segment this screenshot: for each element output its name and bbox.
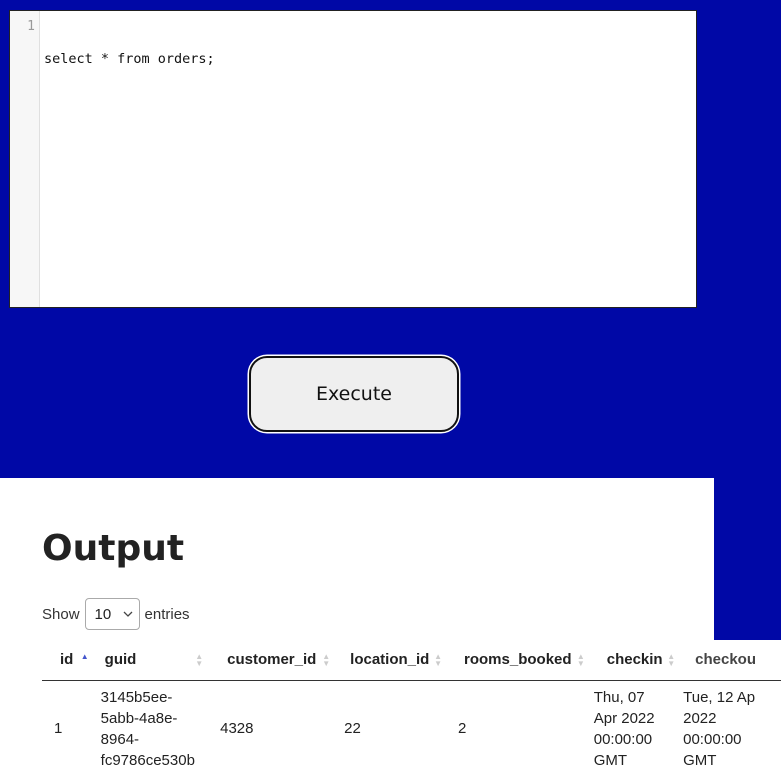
output-table: id ▲ guid ▲ ▼ customer_id ▲ ▼ location_id … xyxy=(42,640,781,777)
column-header-rooms-booked[interactable]: rooms_booked ▲ ▼ xyxy=(446,640,589,681)
sort-icon: ▲ ▼ xyxy=(434,652,443,668)
show-entries-control: Show 10 entries xyxy=(42,598,190,630)
line-number: 1 xyxy=(27,19,35,34)
code-area[interactable]: select * from orders; xyxy=(40,11,215,307)
cell-rooms-booked: 2 xyxy=(458,720,467,737)
table-header-row: id ▲ guid ▲ ▼ customer_id ▲ ▼ location_id … xyxy=(42,640,781,681)
cell-location-id: 22 xyxy=(344,720,361,737)
cell-guid: 3145b5ee- 5abb-4a8e- 8964- fc9786ce530b xyxy=(100,688,195,769)
cell-id: 1 xyxy=(54,720,63,737)
show-label: Show xyxy=(42,605,80,623)
entries-label: entries xyxy=(144,605,190,623)
output-heading: Output xyxy=(42,528,185,569)
code-line[interactable]: select * from orders; xyxy=(44,51,215,67)
line-number-gutter: 1 xyxy=(10,11,40,307)
column-header-location-id[interactable]: location_id ▲ ▼ xyxy=(332,640,447,681)
cell-checkin: Thu, 07 Apr 2022 00:00:00 GMT xyxy=(593,688,655,769)
cell-customer-id: 4328 xyxy=(220,720,254,737)
execute-button[interactable]: Execute xyxy=(249,356,459,432)
sql-editor[interactable]: 1 select * from orders; xyxy=(9,10,697,308)
sort-icon: ▲ ▼ xyxy=(576,652,585,668)
sort-icon: ▲ ▼ xyxy=(322,652,331,668)
sort-icon: ▲ ▼ xyxy=(195,652,204,668)
entries-select[interactable]: 10 xyxy=(84,598,140,630)
sort-icon: ▲ ▼ xyxy=(667,652,676,668)
column-header-id[interactable]: id ▲ xyxy=(42,640,89,681)
column-header-checkout[interactable]: checkou xyxy=(677,640,781,681)
output-table-container: id ▲ guid ▲ ▼ customer_id ▲ ▼ location_id … xyxy=(42,640,781,781)
column-header-guid[interactable]: guid ▲ ▼ xyxy=(86,640,210,681)
column-header-checkin[interactable]: checkin ▲ ▼ xyxy=(588,640,678,681)
cell-checkout: Tue, 12 Ap 2022 00:00:00 GMT xyxy=(683,688,756,769)
column-header-customer-id[interactable]: customer_id ▲ ▼ xyxy=(209,640,333,681)
entries-select-value: 10 xyxy=(94,605,112,623)
chevron-down-icon xyxy=(123,611,132,617)
table-row: 1 3145b5ee- 5abb-4a8e- 8964- fc9786ce530… xyxy=(42,680,781,777)
